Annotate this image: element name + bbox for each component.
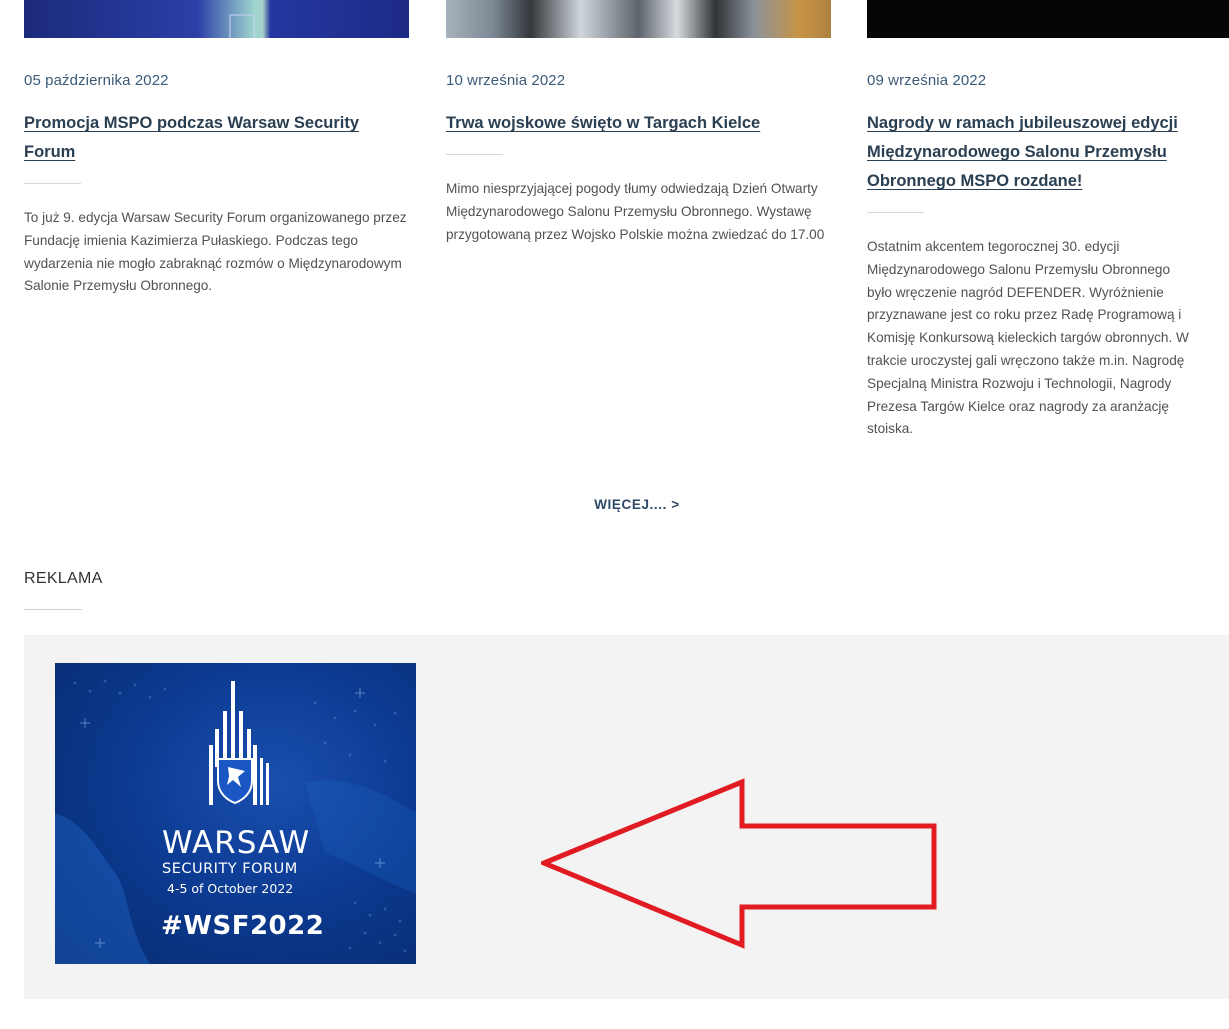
banner-hashtag: #WSF2022 xyxy=(161,911,325,941)
news-thumbnail[interactable] xyxy=(446,0,831,38)
excerpt-line: Międzynarodowego Salonu Przemysłu Obronn… xyxy=(867,261,1171,277)
excerpt-line: trakcie uroczystej gali wręczono także m… xyxy=(867,352,1185,368)
divider xyxy=(867,212,924,213)
news-thumbnail[interactable] xyxy=(24,0,409,38)
excerpt-line: stoiska. xyxy=(867,421,914,437)
news-date: 10 września 2022 xyxy=(446,72,566,89)
news-title-link[interactable]: Promocja MSPO podczas Warsaw Security Fo… xyxy=(24,109,409,167)
news-card: 05 października 2022 Promocja MSPO podcz… xyxy=(24,0,409,298)
divider xyxy=(24,609,82,610)
news-excerpt: Mimo niesprzyjającej pogody tłumy odwied… xyxy=(446,181,825,242)
news-title-link[interactable]: Trwa wojskowe święto w Targach Kielce xyxy=(446,109,831,138)
ad-panel: WARSAW SECURITY FORUM 4-5 of October 202… xyxy=(24,635,1229,999)
news-card: 10 września 2022 Trwa wojskowe święto w … xyxy=(446,0,831,246)
wsf-banner[interactable]: WARSAW SECURITY FORUM 4-5 of October 202… xyxy=(55,663,416,964)
banner-subtitle: SECURITY FORUM xyxy=(162,861,298,877)
banner-title: WARSAW xyxy=(162,825,311,861)
news-title-link[interactable]: Nagrody w ramach jubileuszowej edycji Mi… xyxy=(867,109,1229,196)
excerpt-line: przyznawane jest co roku przez Radę Prog… xyxy=(867,307,1182,323)
excerpt-line: Komisję Konkursową kieleckich targów obr… xyxy=(867,330,1189,346)
news-card: 09 września 2022 Nagrody w ramach jubile… xyxy=(867,0,1229,441)
banner-date: 4-5 of October 2022 xyxy=(167,881,294,896)
ad-section-heading: REKLAMA xyxy=(24,570,103,587)
news-excerpt: To już 9. edycja Warsaw Security Forum o… xyxy=(24,210,407,294)
divider xyxy=(24,183,81,184)
news-row: 05 października 2022 Promocja MSPO podcz… xyxy=(0,0,1229,470)
more-news-link[interactable]: WIĘCEJ.... > xyxy=(0,497,1229,512)
excerpt-line: Specjalną Ministra Rozwoju i Technologii… xyxy=(867,375,1172,391)
excerpt-line: Prezesa Targów Kielce oraz nagrody za ar… xyxy=(867,398,1169,414)
news-thumbnail[interactable] xyxy=(867,0,1229,38)
excerpt-line: było wręczenie nagród DEFENDER. Wyróżnie… xyxy=(867,284,1164,300)
news-excerpt: Ostatnim akcentem tegorocznej 30. edycji… xyxy=(867,236,1229,441)
news-date: 05 października 2022 xyxy=(24,72,169,89)
news-date: 09 września 2022 xyxy=(867,72,987,89)
excerpt-line: Ostatnim akcentem tegorocznej 30. edycji xyxy=(867,239,1120,254)
arrow-left-icon xyxy=(541,778,937,949)
divider xyxy=(446,154,503,155)
